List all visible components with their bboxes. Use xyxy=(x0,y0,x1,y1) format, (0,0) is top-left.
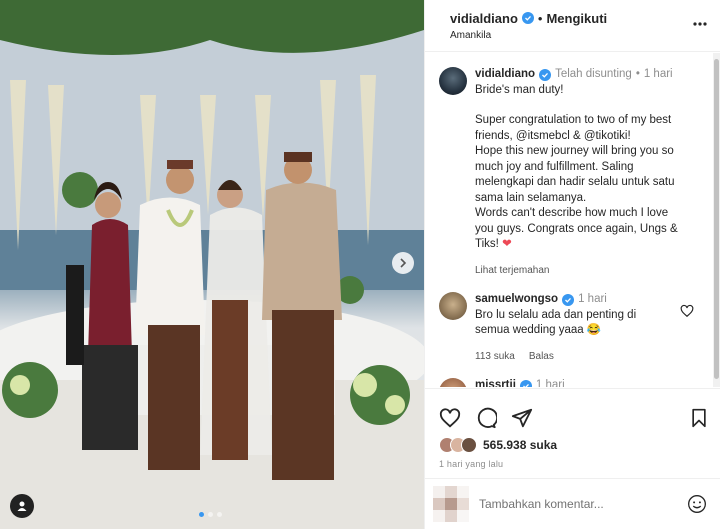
reply-button[interactable]: Balas xyxy=(529,349,554,365)
comment-time: 1 hari xyxy=(578,293,607,305)
comment: missrtii 1 hari xyxy=(425,364,720,387)
likes-summary[interactable]: 565.938 suka xyxy=(425,435,720,455)
bookmark-icon xyxy=(692,408,706,428)
caption-body: Super congratulation to two of my best f… xyxy=(475,114,678,250)
avatar xyxy=(433,486,469,522)
comment-username[interactable]: missrtii xyxy=(475,378,516,387)
chevron-right-icon xyxy=(400,258,407,268)
comment-like-button[interactable] xyxy=(680,304,694,321)
more-horizontal-icon xyxy=(693,22,707,26)
like-button[interactable] xyxy=(439,407,461,429)
comment-likes[interactable]: 113 suka xyxy=(475,349,515,365)
post-side-panel: vidialdiano • Mengikuti Amankila vidiald… xyxy=(424,0,720,529)
wedding-photo-illustration xyxy=(0,0,424,529)
post-actions: 565.938 suka 1 hari yang lalu xyxy=(425,388,720,478)
edited-label: Telah disunting xyxy=(555,68,632,80)
header-info: vidialdiano • Mengikuti Amankila xyxy=(450,11,607,41)
avatar[interactable] xyxy=(439,67,467,95)
caption-time: 1 hari xyxy=(643,68,673,80)
post-photo[interactable] xyxy=(0,0,424,529)
paper-plane-icon xyxy=(511,408,533,428)
carousel-indicator xyxy=(199,512,222,517)
comments-list[interactable]: vidialdiano Telah disunting • 1 hari Bri… xyxy=(425,53,720,387)
more-options-button[interactable] xyxy=(692,16,708,35)
scrollbar-thumb[interactable] xyxy=(714,59,719,379)
post-caption: vidialdiano Telah disunting • 1 hari Bri… xyxy=(425,53,720,278)
comment-input[interactable] xyxy=(479,497,687,511)
bullet: • xyxy=(635,68,640,80)
heart-emoji: ❤ xyxy=(502,238,512,250)
verified-badge-icon xyxy=(562,293,575,306)
carousel-dot xyxy=(208,512,213,517)
add-comment-bar xyxy=(425,478,720,529)
comment-time: 1 hari xyxy=(535,379,565,387)
likes-suffix: suka xyxy=(529,438,558,452)
header-username[interactable]: vidialdiano xyxy=(450,11,518,26)
save-button[interactable] xyxy=(689,408,709,428)
see-translation-link[interactable]: Lihat terjemahan xyxy=(475,263,678,279)
verified-badge-icon xyxy=(539,68,552,81)
carousel-dot xyxy=(199,512,204,517)
carousel-dot xyxy=(217,512,222,517)
share-button[interactable] xyxy=(511,407,533,429)
comment-username[interactable]: samuelwongso xyxy=(475,292,558,308)
comment: samuelwongso 1 hari Bro lu selalu ada da… xyxy=(425,278,720,364)
verified-badge-icon xyxy=(521,12,534,24)
following-button[interactable]: Mengikuti xyxy=(546,11,607,26)
heart-outline-icon xyxy=(680,304,694,318)
caption-line1: Bride's man duty! xyxy=(475,83,564,96)
tagged-users-button[interactable] xyxy=(10,494,34,518)
caption-text: Super congratulation to two of my best f… xyxy=(475,113,678,253)
header-separator: • xyxy=(537,10,543,26)
comments-scrollbar[interactable] xyxy=(713,53,720,387)
laughing-emoji: 😂 xyxy=(586,324,602,336)
comment-text: Bro lu selalu ada dan penting di semua w… xyxy=(475,308,637,337)
comment-text-wrap: Bro lu selalu ada dan penting di semua w… xyxy=(475,308,636,339)
verified-badge-icon xyxy=(519,379,532,387)
next-image-button[interactable] xyxy=(392,252,414,274)
comment-bubble-icon xyxy=(477,407,497,429)
post-header: vidialdiano • Mengikuti Amankila xyxy=(425,0,720,52)
avatar[interactable] xyxy=(439,292,467,320)
comment-button[interactable] xyxy=(475,407,497,429)
caption-username[interactable]: vidialdiano xyxy=(475,67,535,83)
liker-avatars xyxy=(439,437,477,453)
heart-outline-icon xyxy=(439,408,461,428)
emoji-picker-button[interactable] xyxy=(687,494,707,514)
location-link[interactable]: Amankila xyxy=(450,30,607,41)
emoji-smile-icon xyxy=(688,495,706,513)
avatar xyxy=(461,437,477,453)
likes-count: 565.938 xyxy=(483,438,527,452)
avatar[interactable] xyxy=(439,378,467,387)
post-date[interactable]: 1 hari yang lalu xyxy=(425,455,720,473)
user-icon xyxy=(17,501,27,511)
